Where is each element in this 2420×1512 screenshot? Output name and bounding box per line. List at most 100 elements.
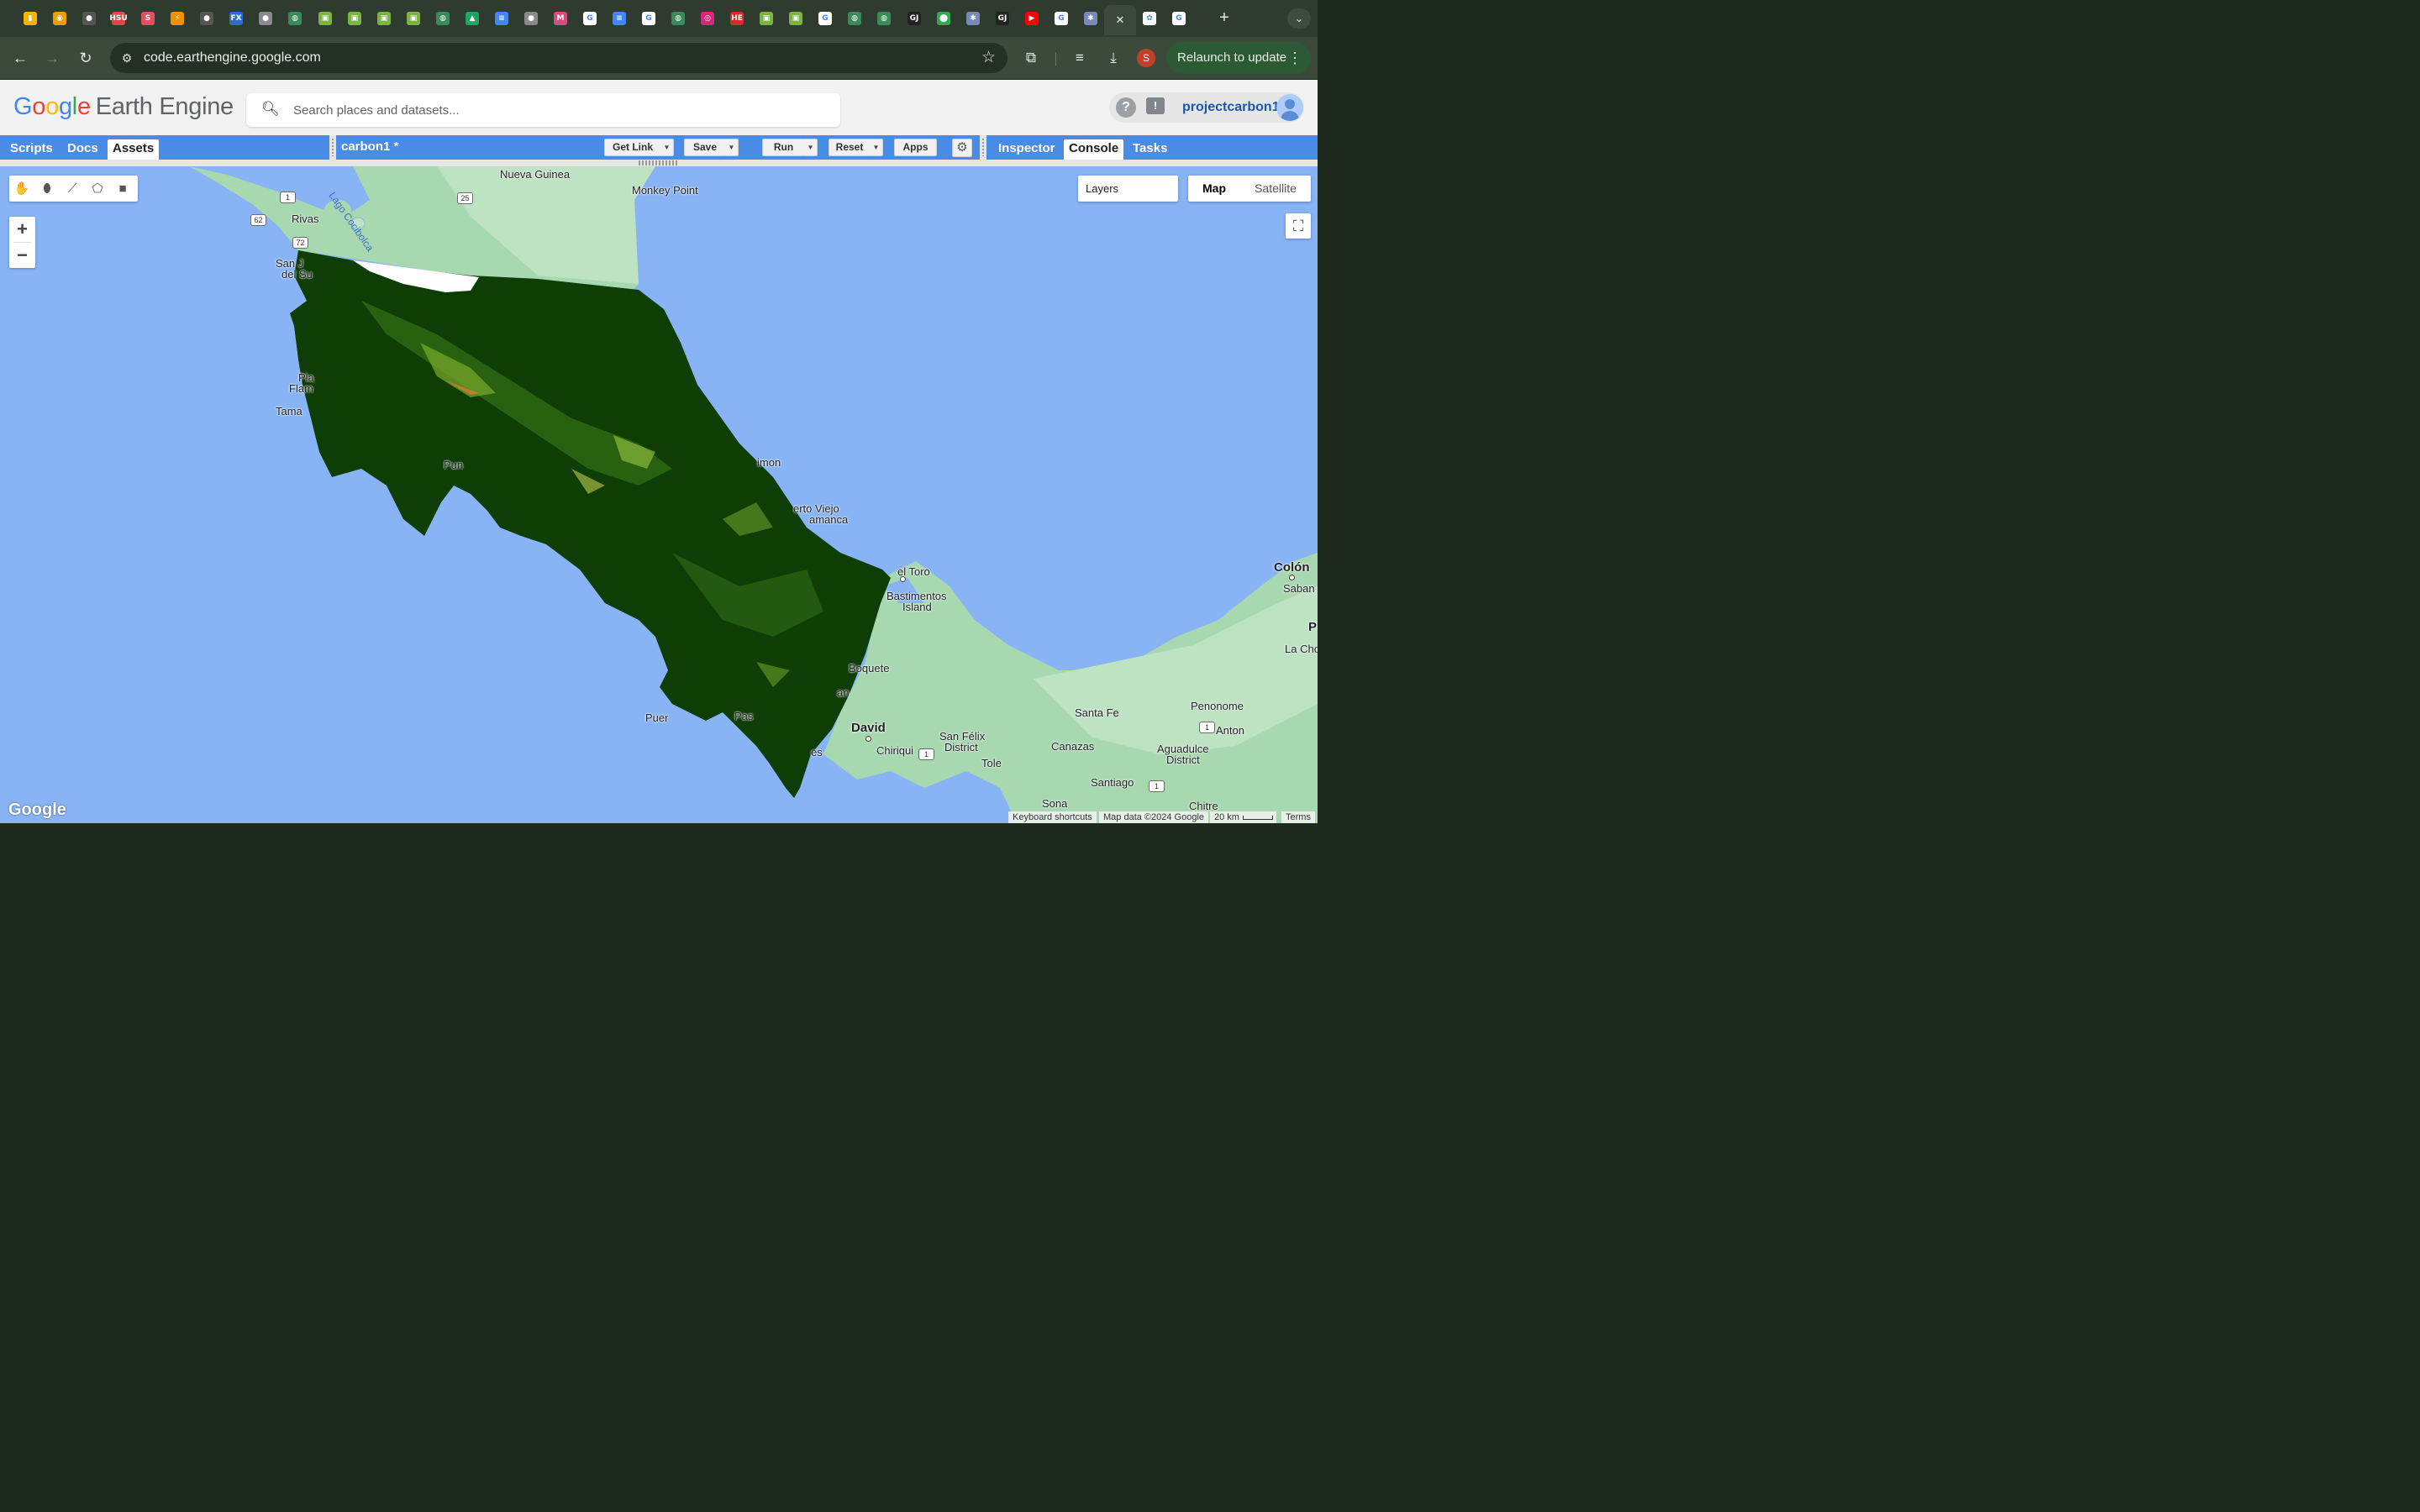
browser-tab[interactable]: ● (194, 7, 219, 30)
browser-tab[interactable]: M (548, 7, 573, 30)
left-panel-resize-handle[interactable] (329, 135, 336, 160)
search-bar[interactable]: 🔍︎ (246, 93, 840, 127)
route-shield: 62 (250, 214, 266, 226)
browser-tab[interactable]: ≡ (489, 7, 514, 30)
browser-tab[interactable]: ◍ (282, 7, 308, 30)
save-button[interactable]: Save (684, 139, 726, 156)
browser-tab[interactable]: ● (76, 7, 102, 30)
close-icon[interactable]: ✕ (1113, 13, 1127, 27)
tab-scripts[interactable]: Scripts (5, 139, 58, 157)
pan-hand-icon[interactable]: ✋ (12, 179, 32, 199)
relaunch-to-update-button[interactable]: Relaunch to update ⋮ (1166, 42, 1311, 74)
browser-tab[interactable]: ▮ (18, 7, 43, 30)
address-bar[interactable]: ⚙ code.earthengine.google.com ☆ (110, 43, 1007, 73)
browser-tab[interactable]: ✱ (960, 7, 986, 30)
browser-tab[interactable]: ● (253, 7, 278, 30)
new-tab-button[interactable]: + (1216, 9, 1233, 26)
fullscreen-icon[interactable]: ⛶ (1286, 213, 1311, 239)
browser-tab[interactable]: G (577, 7, 602, 30)
extensions-icon[interactable]: ⧉ (1019, 46, 1043, 70)
zoom-in-button[interactable]: + (9, 217, 35, 242)
line-draw-icon[interactable]: ⟋ (62, 179, 82, 199)
search-input[interactable] (293, 101, 797, 119)
feedback-icon[interactable]: ! (1146, 97, 1165, 114)
browser-tab[interactable]: ✕ (1104, 5, 1136, 35)
browser-tab[interactable]: S (135, 7, 160, 30)
reset-button[interactable]: Reset (829, 139, 871, 156)
browser-tab[interactable]: ⚡ (165, 7, 190, 30)
bookmark-star-icon[interactable]: ☆ (981, 48, 996, 68)
tab-inspector[interactable]: Inspector (993, 139, 1060, 157)
back-arrow-icon[interactable]: ← (8, 46, 32, 70)
rectangle-draw-icon[interactable]: ■ (113, 179, 133, 199)
map-type-map-button[interactable]: Map (1188, 176, 1240, 202)
browser-tab[interactable]: GJ (902, 7, 927, 30)
browser-tab[interactable]: HSU (106, 7, 131, 30)
browser-tab[interactable]: ▣ (783, 7, 808, 30)
url-text[interactable]: code.earthengine.google.com (144, 50, 321, 66)
browser-tab[interactable]: G (636, 7, 661, 30)
browser-tab[interactable]: G (1049, 7, 1074, 30)
browser-tab[interactable]: FX (224, 7, 249, 30)
keyboard-shortcuts-link[interactable]: Keyboard shortcuts (1008, 811, 1097, 823)
tab-assets[interactable]: Assets (108, 139, 160, 160)
profile-avatar[interactable]: S (1137, 49, 1155, 67)
reload-icon[interactable]: ↻ (74, 46, 97, 70)
site-info-icon[interactable]: ⚙ (117, 48, 137, 68)
browser-tab[interactable]: G (813, 7, 838, 30)
download-icon[interactable]: ⤓ (1102, 46, 1125, 70)
tab-console[interactable]: Console (1064, 139, 1124, 160)
project-selector[interactable]: projectcarbon1 (1182, 100, 1280, 115)
browser-tab[interactable]: ◉ (47, 7, 72, 30)
run-dropdown-icon[interactable]: ▼ (804, 139, 818, 156)
browser-tab[interactable]: ▣ (342, 7, 367, 30)
map-resize-splitter[interactable] (0, 160, 1318, 166)
earth-engine-logo[interactable]: Google Earth Engine (13, 93, 234, 121)
terms-link[interactable]: Terms (1281, 811, 1315, 823)
browser-tab[interactable]: ✱ (1078, 7, 1103, 30)
browser-tab[interactable]: ◍ (666, 7, 691, 30)
tab-search-chevron-icon[interactable]: ⌄ (1287, 8, 1311, 29)
browser-tab[interactable]: GJ (990, 7, 1015, 30)
browser-tab[interactable]: ▣ (371, 7, 397, 30)
layers-button[interactable]: Layers (1078, 176, 1178, 202)
get-link-dropdown-icon[interactable]: ▼ (660, 139, 674, 156)
browser-tab[interactable]: ◍ (430, 7, 455, 30)
gear-icon[interactable]: ⚙ (952, 139, 972, 157)
browser-tab[interactable]: ▲ (460, 7, 485, 30)
browser-tab[interactable]: G (1166, 7, 1192, 30)
get-link-button[interactable]: Get Link (604, 139, 661, 156)
browser-tab[interactable]: ▶ (1019, 7, 1044, 30)
zoom-out-button[interactable]: − (9, 243, 35, 268)
browser-tab[interactable]: ● (518, 7, 544, 30)
save-dropdown-icon[interactable]: ▼ (725, 139, 739, 156)
scale-bar (1243, 816, 1273, 820)
browser-tab[interactable]: ▣ (401, 7, 426, 30)
media-control-icon[interactable]: ≡ (1068, 46, 1092, 70)
reset-dropdown-icon[interactable]: ▼ (870, 139, 883, 156)
more-menu-icon[interactable]: ⋮ (1287, 42, 1302, 74)
forward-arrow-icon[interactable]: → (40, 46, 64, 70)
user-avatar[interactable] (1276, 94, 1303, 121)
tab-docs[interactable]: Docs (62, 139, 103, 157)
polygon-draw-icon[interactable]: ⬠ (87, 179, 108, 199)
help-icon[interactable]: ? (1116, 97, 1136, 118)
browser-tab[interactable]: ⬤ (931, 7, 956, 30)
earth-engine-icon: ◍ (436, 12, 450, 25)
apps-button[interactable]: Apps (894, 139, 937, 156)
map-canvas[interactable]: Nueva Guinea Monkey Point Rivas San J de… (0, 166, 1318, 823)
browser-tab[interactable]: ▣ (313, 7, 338, 30)
browser-tab[interactable]: ◍ (842, 7, 867, 30)
script-title[interactable]: carbon1 * (341, 139, 398, 154)
browser-tab[interactable]: ▣ (754, 7, 779, 30)
browser-tab[interactable]: ✿ (1137, 7, 1162, 30)
point-marker-icon[interactable]: ⬮ (37, 179, 57, 199)
run-button[interactable]: Run (762, 139, 805, 156)
tab-tasks[interactable]: Tasks (1128, 139, 1172, 157)
browser-tab[interactable]: HE (724, 7, 750, 30)
browser-tab[interactable]: ◎ (695, 7, 720, 30)
map-type-satellite-button[interactable]: Satellite (1244, 176, 1307, 202)
browser-tab[interactable]: ◍ (871, 7, 897, 30)
browser-tab[interactable]: ≡ (607, 7, 632, 30)
right-panel-resize-handle[interactable] (980, 135, 986, 160)
